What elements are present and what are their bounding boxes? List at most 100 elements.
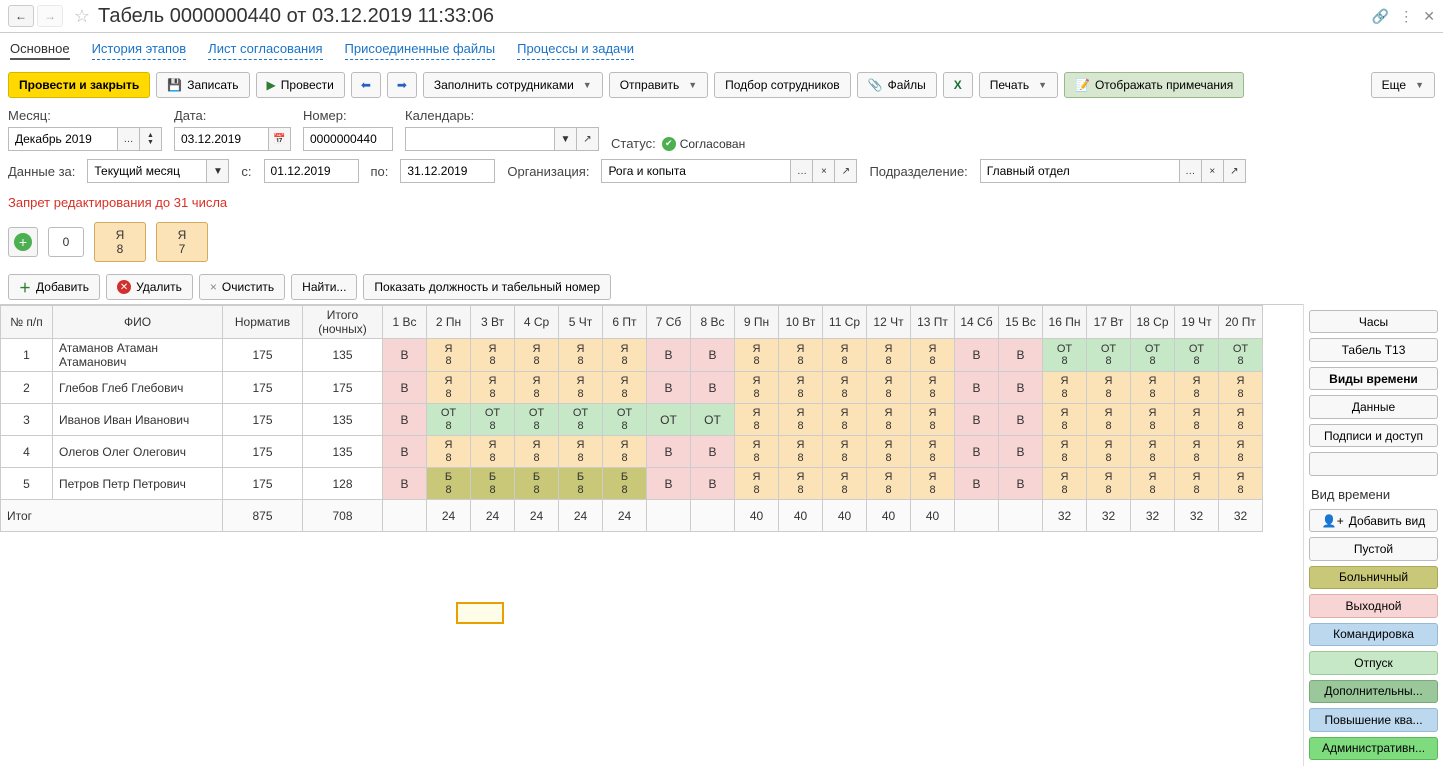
day-cell[interactable]: Я8 [603, 372, 647, 404]
day-cell[interactable]: В [955, 339, 999, 372]
day-cell[interactable]: В [955, 436, 999, 468]
col-num[interactable]: № п/п [1, 306, 53, 339]
send-button[interactable]: Отправить▼ [609, 72, 708, 98]
cell[interactable]: 175 [223, 436, 303, 468]
col-day-2[interactable]: 2 Пн [427, 306, 471, 339]
next-arrow-button[interactable]: ➡ [387, 72, 417, 98]
day-cell[interactable]: Я8 [823, 468, 867, 500]
col-day-15[interactable]: 15 Вс [999, 306, 1043, 339]
day-cell[interactable]: В [647, 468, 691, 500]
day-cell[interactable]: Б8 [427, 468, 471, 500]
day-cell[interactable]: В [955, 372, 999, 404]
clear-button[interactable]: ×Очистить [199, 274, 285, 300]
trip-type-button[interactable]: Командировка [1309, 623, 1438, 646]
table-row[interactable]: 1Атаманов Атаман Атаманович175135ВЯ8Я8Я8… [1, 339, 1263, 372]
day-cell[interactable]: ОТ8 [1219, 339, 1263, 372]
day-cell[interactable]: Я8 [1043, 372, 1087, 404]
day-cell[interactable]: Я8 [1175, 404, 1219, 436]
cell[interactable]: 5 [1, 468, 53, 500]
day-cell[interactable]: Б8 [515, 468, 559, 500]
day-cell[interactable]: Я8 [1219, 436, 1263, 468]
data-for-dd[interactable]: ▼ [207, 159, 229, 183]
day-cell[interactable]: ОТ8 [471, 404, 515, 436]
day-cell[interactable]: Я8 [1043, 468, 1087, 500]
day-cell[interactable]: Я8 [867, 339, 911, 372]
data-for-input[interactable] [87, 159, 207, 183]
table-row[interactable]: 4Олегов Олег Олегович175135ВЯ8Я8Я8Я8Я8ВВ… [1, 436, 1263, 468]
more-button[interactable]: Еще▼ [1371, 72, 1435, 98]
col-day-11[interactable]: 11 Ср [823, 306, 867, 339]
day-cell[interactable]: ОТ [691, 404, 735, 436]
month-input[interactable] [8, 127, 118, 151]
cell[interactable]: 4 [1, 436, 53, 468]
day-cell[interactable]: Я8 [779, 404, 823, 436]
cell[interactable]: Олегов Олег Олегович [53, 436, 223, 468]
number-input[interactable] [303, 127, 393, 151]
print-button[interactable]: Печать▼ [979, 72, 1058, 98]
excel-button[interactable]: X [943, 72, 973, 98]
cell[interactable]: 175 [223, 339, 303, 372]
col-total[interactable]: Итого (ночных) [303, 306, 383, 339]
col-day-5[interactable]: 5 Чт [559, 306, 603, 339]
from-input[interactable] [264, 159, 359, 183]
day-cell[interactable]: Я8 [1087, 468, 1131, 500]
day-cell[interactable]: В [647, 339, 691, 372]
blank-button[interactable] [1309, 452, 1438, 475]
selected-empty-cell[interactable] [456, 602, 504, 624]
cell[interactable]: 175 [223, 372, 303, 404]
day-cell[interactable]: Я8 [559, 339, 603, 372]
col-day-20[interactable]: 20 Пт [1219, 306, 1263, 339]
calendar-input[interactable] [405, 127, 555, 151]
day-cell[interactable]: Я8 [1219, 404, 1263, 436]
upskill-type-button[interactable]: Повышение ква... [1309, 708, 1438, 731]
month-stepper[interactable]: ▲▼ [140, 127, 162, 151]
dept-dots[interactable]: … [1180, 159, 1202, 183]
day-cell[interactable]: В [999, 372, 1043, 404]
day-cell[interactable]: В [383, 404, 427, 436]
day-cell[interactable]: Я8 [1131, 436, 1175, 468]
day-cell[interactable]: Я8 [1131, 372, 1175, 404]
post-button[interactable]: ▶Провести [256, 72, 345, 98]
day-cell[interactable]: Я8 [471, 436, 515, 468]
day-cell[interactable]: ОТ8 [603, 404, 647, 436]
day-cell[interactable]: В [999, 436, 1043, 468]
col-day-4[interactable]: 4 Ср [515, 306, 559, 339]
day-cell[interactable]: В [999, 468, 1043, 500]
cell[interactable]: 135 [303, 404, 383, 436]
calendar-dd-button[interactable]: ▼ [555, 127, 577, 151]
delete-row-button[interactable]: ✕Удалить [106, 274, 193, 300]
day-cell[interactable]: Я8 [559, 372, 603, 404]
cell[interactable]: 175 [223, 468, 303, 500]
day-cell[interactable]: ОТ8 [427, 404, 471, 436]
day-cell[interactable]: Я8 [735, 339, 779, 372]
day-cell[interactable]: Я8 [1175, 436, 1219, 468]
day-cell[interactable]: Я8 [867, 468, 911, 500]
col-day-13[interactable]: 13 Пт [911, 306, 955, 339]
day-cell[interactable]: Я8 [427, 372, 471, 404]
calendar-open-button[interactable]: ↗ [577, 127, 599, 151]
day-cell[interactable]: Я8 [867, 372, 911, 404]
day-cell[interactable]: ОТ8 [1175, 339, 1219, 372]
tab-3[interactable]: Присоединенные файлы [345, 39, 496, 60]
cell[interactable]: 2 [1, 372, 53, 404]
day-cell[interactable]: В [383, 339, 427, 372]
day-cell[interactable]: В [691, 436, 735, 468]
link-icon[interactable]: 🔗 [1372, 8, 1389, 25]
cell[interactable]: 175 [223, 404, 303, 436]
hours-button[interactable]: Часы [1309, 310, 1438, 333]
day-cell[interactable]: В [647, 372, 691, 404]
admin-type-button[interactable]: Административн... [1309, 737, 1438, 760]
holiday-type-button[interactable]: Выходной [1309, 594, 1438, 617]
day-cell[interactable]: Я8 [823, 339, 867, 372]
col-day-18[interactable]: 18 Ср [1131, 306, 1175, 339]
day-cell[interactable]: Я8 [471, 372, 515, 404]
month-dots-button[interactable]: … [118, 127, 140, 151]
close-icon[interactable]: ✕ [1423, 8, 1435, 25]
day-cell[interactable]: Я8 [1087, 372, 1131, 404]
cell[interactable]: 1 [1, 339, 53, 372]
tab-0[interactable]: Основное [10, 39, 70, 60]
day-cell[interactable]: Я8 [603, 436, 647, 468]
day-cell[interactable]: ОТ8 [1087, 339, 1131, 372]
add-row-button[interactable]: ＋Добавить [8, 274, 100, 300]
day-cell[interactable]: Я8 [1219, 372, 1263, 404]
